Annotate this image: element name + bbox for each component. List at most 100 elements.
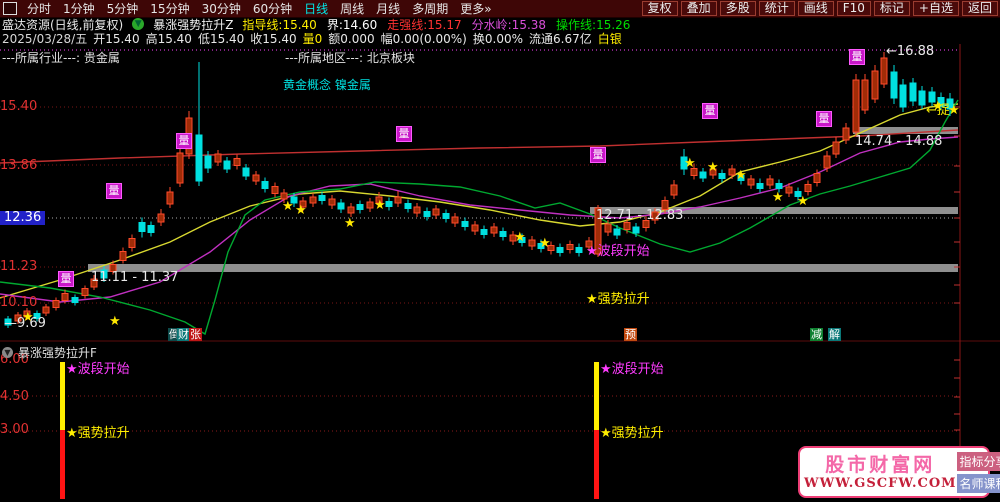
quote-field-6: 额0.000 (328, 31, 375, 46)
candle-body (138, 222, 146, 232)
candle-body (852, 79, 860, 133)
candle-body (670, 184, 678, 196)
quote-field-0: 2025/03/28/五 (2, 31, 88, 46)
period-menu-item-10[interactable]: 更多» (454, 0, 497, 17)
toolbar-button-0[interactable]: 复权 (641, 1, 678, 16)
candle-body (33, 313, 41, 319)
toolbar-button-4[interactable]: 画线 (797, 1, 834, 16)
candle-body (918, 90, 926, 106)
toolbar-button-3[interactable]: 统计 (758, 1, 795, 16)
candle-body (280, 192, 288, 200)
signal-bar-red (60, 430, 65, 499)
candle-body (432, 208, 440, 216)
candle-body (490, 226, 498, 234)
gray-band (590, 207, 958, 214)
watermark-url: WWW.GSCFW.COM (804, 475, 957, 491)
candle-body (880, 57, 888, 85)
candle-body (204, 155, 212, 169)
candle-body (899, 84, 907, 108)
candle-body (128, 238, 136, 248)
toolbar-button-1[interactable]: 叠加 (680, 1, 717, 16)
candle-body (71, 297, 79, 303)
candle-body (337, 202, 345, 210)
quote-field-5: 量0 (302, 31, 323, 46)
collapse-icon[interactable]: ▼ (2, 347, 13, 358)
candle-body (518, 237, 526, 243)
period-menu-item-1[interactable]: 1分钟 (57, 0, 101, 17)
candle-body (375, 196, 383, 204)
toolbar-button-5[interactable]: F10 (836, 1, 871, 16)
period-menu-item-8[interactable]: 月线 (370, 0, 406, 17)
candle-body (604, 223, 612, 233)
candle-body (233, 158, 241, 166)
candle-body (728, 168, 736, 176)
candle-body (632, 226, 640, 234)
period-menu-item-3[interactable]: 15分钟 (144, 0, 195, 17)
period-menu-item-4[interactable]: 30分钟 (196, 0, 247, 17)
panel2-title: 暴涨强势拉升F (18, 346, 97, 360)
quote-field-2: 高15.40 (145, 31, 192, 46)
period-menu-item-2[interactable]: 5分钟 (101, 0, 145, 17)
candle-body (261, 181, 269, 189)
candle-body (661, 200, 669, 210)
toolbar-button-7[interactable]: +自选 (912, 1, 959, 16)
period-menu-item-7[interactable]: 周线 (334, 0, 370, 17)
candle-body (509, 234, 517, 242)
candle-body (356, 204, 364, 210)
window-icon[interactable] (3, 2, 17, 15)
watermark-tag-course: 名师课程 (956, 473, 1000, 493)
candle-body (651, 211, 659, 221)
period-menu-item-9[interactable]: 多周期 (406, 0, 454, 17)
quote-field-7: 幅0.00(0.00%) (380, 31, 467, 46)
toolbar-button-8[interactable]: 返回 (961, 1, 998, 16)
candle-body (385, 201, 393, 207)
candle-body (594, 207, 602, 255)
chart-canvas[interactable] (0, 0, 1000, 502)
candle-body (252, 174, 260, 182)
candle-body (14, 314, 22, 322)
candle-body (528, 239, 536, 247)
candle-body (100, 269, 108, 279)
period-menu-item-6[interactable]: 日线 (298, 0, 334, 17)
candle-body (61, 293, 69, 301)
candle-body (747, 178, 755, 186)
candle-body (642, 220, 650, 228)
candle-body (537, 243, 545, 249)
watermark: 股市财富网 WWW.GSCFW.COM 指标分享 名师课程 (798, 446, 1000, 498)
candle-body (4, 318, 12, 326)
toolbar-button-2[interactable]: 多股 (719, 1, 756, 16)
candle-body (756, 183, 764, 189)
candle-body (737, 175, 745, 181)
candle-body (185, 117, 193, 155)
period-menu-item-0[interactable]: 分时 (21, 0, 57, 17)
toolbar-buttons: 复权 叠加 多股 统计 画线 F10 标记 +自选 返回 (639, 1, 1000, 16)
candle-body (176, 152, 184, 184)
candle-body (223, 160, 231, 170)
tdx-trading-app: 分时 1分钟 5分钟 15分钟 30分钟 60分钟 日线 周线 月线 多周期 更多» 复权 叠加 多股统… (0, 0, 1000, 502)
quote-field-3: 低15.40 (197, 31, 245, 46)
candle-body (119, 251, 127, 261)
watermark-tag-indicator: 指标分享 (956, 451, 1000, 471)
candle-body (547, 245, 555, 251)
candle-body (680, 156, 688, 170)
quote-field-10: 白银 (597, 31, 622, 46)
gray-band (88, 264, 958, 272)
toolbar-button-6[interactable]: 标记 (873, 1, 910, 16)
candle-body (442, 213, 450, 219)
quote-field-9: 流通6.67亿 (529, 31, 592, 46)
candle-body (804, 184, 812, 192)
candle-body (461, 221, 469, 227)
candle-body (366, 201, 374, 209)
candle-body (290, 196, 298, 204)
candle-body (775, 183, 783, 189)
candle-body (566, 244, 574, 250)
candle-body (23, 310, 31, 318)
candle-body (699, 171, 707, 179)
period-menu-item-5[interactable]: 60分钟 (247, 0, 298, 17)
chevron-down-icon[interactable]: ▼ (132, 18, 145, 30)
candle-body (242, 167, 250, 177)
candle-body (890, 71, 898, 99)
candle-body (718, 173, 726, 179)
candle-body (299, 200, 307, 208)
candle-body (499, 231, 507, 237)
